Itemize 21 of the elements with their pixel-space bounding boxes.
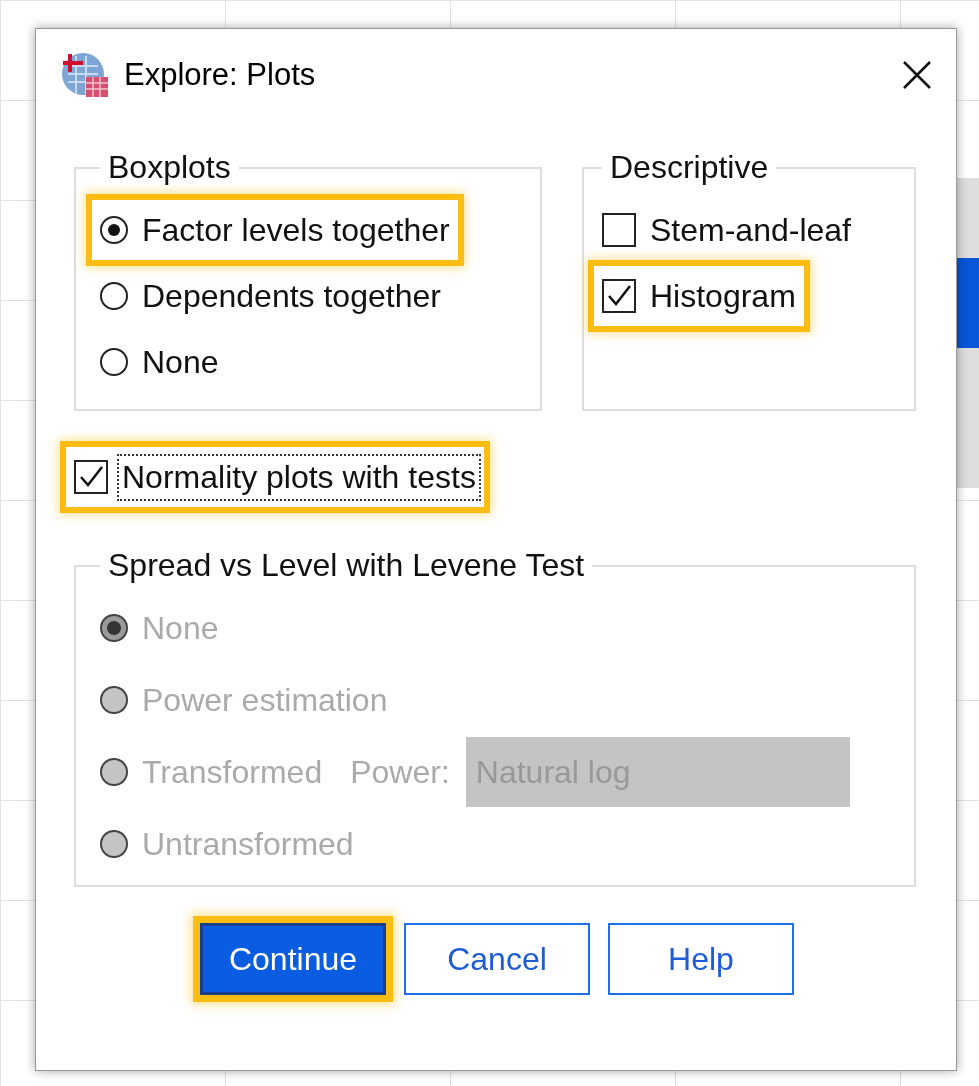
radio-button[interactable] [100, 348, 128, 376]
window-title: Explore: Plots [124, 57, 317, 93]
dialog-button[interactable]: Cancel [404, 923, 590, 995]
radio-button[interactable] [100, 216, 128, 244]
checkbox[interactable] [602, 279, 636, 313]
dialog-button[interactable]: Help [608, 923, 794, 995]
power-label: Power: [350, 753, 450, 791]
checkbox[interactable] [602, 213, 636, 247]
checkbox-option[interactable]: Normality plots with tests [66, 447, 484, 507]
radio-button[interactable] [100, 282, 128, 310]
radio-option[interactable]: None [92, 332, 227, 392]
group-title: Boxplots [107, 149, 232, 186]
spreadsheet-app-icon [60, 50, 110, 100]
group-title: Spread vs Level with Levene Test [107, 547, 586, 584]
close-icon[interactable] [902, 60, 932, 90]
checkbox[interactable] [74, 460, 108, 494]
checkbox-option[interactable]: Stem-and-leaf [594, 200, 859, 260]
radio-option[interactable]: Dependents together [92, 266, 449, 326]
checkbox-option[interactable]: Histogram [594, 266, 804, 326]
group-title: Descriptive [609, 149, 770, 186]
radio-option[interactable]: Factor levels together [92, 200, 458, 260]
